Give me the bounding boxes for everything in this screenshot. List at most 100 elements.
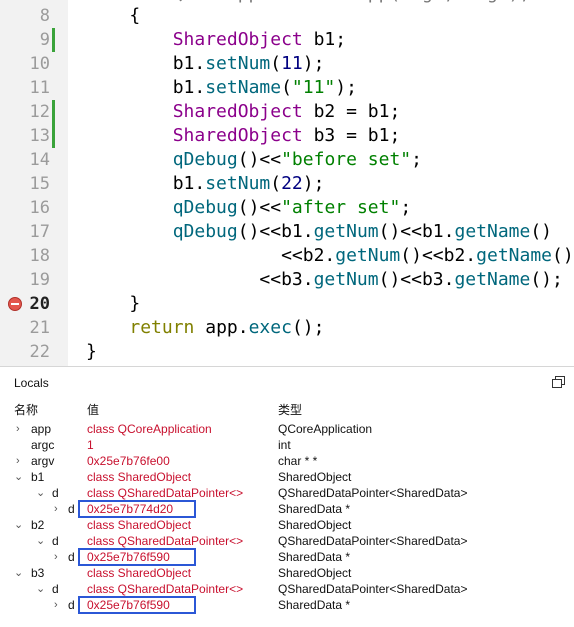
code-line-11: 11 b1.setName("11");: [0, 76, 574, 100]
code-text: return app.exec();: [129, 317, 325, 338]
collapse-arrow-icon[interactable]: ⌄: [36, 581, 45, 597]
column-header-type[interactable]: 类型: [278, 401, 302, 418]
expand-arrow-icon[interactable]: ›: [16, 453, 20, 469]
change-marker: [52, 124, 55, 148]
code-line-16: 16 qDebug()<<"after set";: [0, 196, 574, 220]
code-line-14: 14 qDebug()<<"before set";: [0, 148, 574, 172]
code-text: }: [86, 341, 97, 362]
code-text: SharedObject b3 = b1;: [172, 125, 401, 146]
locals-row-b3-d[interactable]: ⌄ d class QSharedDataPointer<> QSharedDa…: [0, 581, 574, 597]
line-number: 14: [29, 150, 50, 170]
var-value: class QSharedDataPointer<>: [87, 534, 244, 548]
var-value: class QSharedDataPointer<>: [87, 486, 244, 500]
column-header-value[interactable]: 值: [87, 401, 99, 418]
var-value: class QSharedDataPointer<>: [87, 582, 244, 596]
locals-row-argv[interactable]: › argv 0x25e7b76fe00 char * *: [0, 453, 574, 469]
line-number: 22: [29, 342, 50, 362]
change-marker: [52, 28, 55, 52]
locals-row-b1[interactable]: ⌄ b1 class SharedObject SharedObject: [0, 469, 574, 485]
var-name: b1: [31, 470, 45, 484]
var-name: argv: [31, 454, 55, 468]
code-text: {: [86, 5, 141, 26]
line-number: 21: [29, 318, 50, 338]
code-line-20: 20 }: [0, 292, 574, 316]
locals-pane: Locals 名称 值 类型 › app class QCoreApplicat…: [0, 366, 574, 627]
var-type: QSharedDataPointer<SharedData>: [278, 582, 468, 596]
var-type: SharedObject: [278, 470, 352, 484]
var-name: app: [31, 422, 52, 436]
locals-row-argc[interactable]: argc 1 int: [0, 437, 574, 453]
code-line-18: 18 <<b2.getNum()<<b2.getName(): [0, 244, 574, 268]
code-text: b1.setNum(22);: [86, 173, 325, 194]
line-number: 12: [29, 102, 50, 122]
code-text: SharedObject b1;: [172, 29, 347, 50]
line-number: 10: [29, 54, 50, 74]
line-number: 17: [29, 222, 50, 242]
var-type: SharedObject: [278, 518, 352, 532]
line-number: 11: [29, 78, 50, 98]
expand-arrow-icon[interactable]: ›: [54, 549, 58, 565]
locals-row-app[interactable]: › app class QCoreApplication QCoreApplic…: [0, 421, 574, 437]
collapse-arrow-icon[interactable]: ⌄: [14, 517, 23, 533]
locals-row-b3[interactable]: ⌄ b3 class SharedObject SharedObject: [0, 565, 574, 581]
code-line-13: 13 SharedObject b3 = b1;: [0, 124, 574, 148]
code-line-9: 9 SharedObject b1;: [0, 28, 574, 52]
var-type: int: [278, 438, 291, 452]
var-type: QCoreApplication: [278, 422, 373, 436]
code-line-15: 15 b1.setNum(22);: [0, 172, 574, 196]
code-text: <<b2.getNum()<<b2.getName(): [86, 245, 574, 266]
locals-row-b2[interactable]: ⌄ b2 class SharedObject SharedObject: [0, 517, 574, 533]
locals-row-b1-d[interactable]: ⌄ d class QSharedDataPointer<> QSharedDa…: [0, 485, 574, 501]
var-name: d: [68, 550, 75, 564]
collapse-arrow-icon[interactable]: ⌄: [14, 565, 23, 581]
code-text: <<b3.getNum()<<b3.getName();: [86, 269, 563, 290]
code-line-8: 8 {: [0, 4, 574, 28]
collapse-arrow-icon[interactable]: ⌄: [14, 469, 23, 485]
code-text: qDebug()<<b1.getNum()<<b1.getName(): [172, 221, 553, 242]
var-name: d: [52, 534, 59, 548]
code-line-17: 17 qDebug()<<b1.getNum()<<b1.getName(): [0, 220, 574, 244]
locals-title: Locals: [14, 376, 49, 390]
code-line-21: 21 return app.exec();: [0, 316, 574, 340]
collapse-arrow-icon[interactable]: ⌄: [36, 533, 45, 549]
code-line-12: 12 SharedObject b2 = b1;: [0, 100, 574, 124]
var-type: QSharedDataPointer<SharedData>: [278, 534, 468, 548]
var-type: SharedData *: [278, 502, 351, 516]
var-type: SharedData *: [278, 550, 351, 564]
var-name: d: [68, 598, 75, 612]
line-number: 19: [29, 270, 50, 290]
var-type: QSharedDataPointer<SharedData>: [278, 486, 468, 500]
var-name: argc: [31, 438, 55, 452]
code-editor[interactable]: QCoreApplication app(argc, argv); 8 { 9 …: [0, 0, 574, 366]
var-value: class SharedObject: [87, 470, 192, 484]
change-marker: [52, 100, 55, 124]
var-type: char * *: [278, 454, 318, 468]
var-type: SharedData *: [278, 598, 351, 612]
highlight-box: [78, 500, 196, 518]
var-value: class QCoreApplication: [87, 422, 212, 436]
code-text: SharedObject b2 = b1;: [172, 101, 401, 122]
var-value: 0x25e7b76fe00: [87, 454, 170, 468]
expand-arrow-icon[interactable]: ›: [16, 421, 20, 437]
line-number: 18: [29, 246, 50, 266]
line-number: 20: [29, 294, 50, 314]
code-line-22: 22 }: [0, 340, 574, 364]
line-number: 16: [29, 198, 50, 218]
column-header-name[interactable]: 名称: [14, 401, 38, 418]
float-pane-icon[interactable]: [552, 376, 565, 388]
var-name: d: [68, 502, 75, 516]
expand-arrow-icon[interactable]: ›: [54, 597, 58, 613]
code-line-19: 19 <<b3.getNum()<<b3.getName();: [0, 268, 574, 292]
line-number: 8: [39, 6, 50, 26]
code-text: }: [86, 293, 141, 314]
var-name: b2: [31, 518, 45, 532]
var-name: b3: [31, 566, 45, 580]
code-text: b1.setName("11");: [86, 77, 357, 98]
var-name: d: [52, 486, 59, 500]
collapse-arrow-icon[interactable]: ⌄: [36, 485, 45, 501]
line-number: 15: [29, 174, 50, 194]
code-line-10: 10 b1.setNum(11);: [0, 52, 574, 76]
code-text: qDebug()<<"after set";: [172, 197, 412, 218]
expand-arrow-icon[interactable]: ›: [54, 501, 58, 517]
locals-row-b2-d[interactable]: ⌄ d class QSharedDataPointer<> QSharedDa…: [0, 533, 574, 549]
